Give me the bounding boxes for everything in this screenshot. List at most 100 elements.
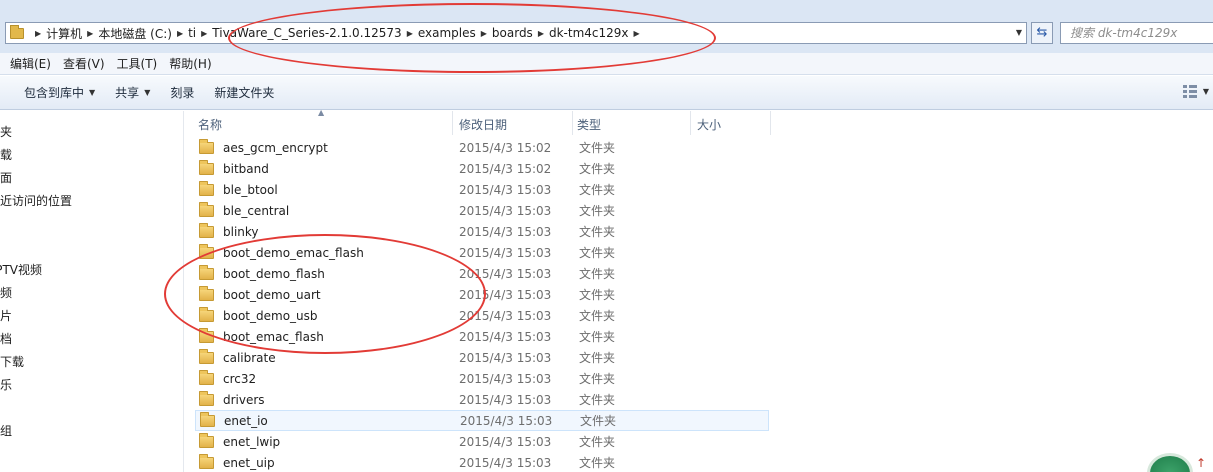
- file-name: enet_lwip: [223, 434, 281, 449]
- folder-icon: [199, 159, 214, 175]
- list-item[interactable]: calibrate 2015/4/3 15:03 文件夹: [195, 347, 769, 368]
- list-item[interactable]: enet_uip 2015/4/3 15:03 文件夹: [195, 452, 769, 472]
- menu-bar: 编辑(E) 查看(V) 工具(T) 帮助(H): [0, 53, 1213, 75]
- chevron-right-icon[interactable]: ▶: [196, 29, 212, 38]
- nav-item-recent-places[interactable]: 最近访问的位置: [0, 192, 72, 209]
- column-date[interactable]: 修改日期: [453, 111, 573, 135]
- list-item[interactable]: drivers 2015/4/3 15:03 文件夹: [195, 389, 769, 410]
- burn-label: 刻录: [170, 86, 195, 100]
- nav-item-pictures[interactable]: 图片: [0, 307, 12, 324]
- list-item[interactable]: bitband 2015/4/3 15:02 文件夹: [195, 158, 769, 179]
- file-date: 2015/4/3 15:03: [459, 266, 552, 281]
- list-item[interactable]: boot_demo_emac_flash 2015/4/3 15:03 文件夹: [195, 242, 769, 263]
- folder-icon: [199, 264, 214, 280]
- refresh-button[interactable]: ⇆: [1031, 22, 1053, 44]
- list-item[interactable]: boot_demo_usb 2015/4/3 15:03 文件夹: [195, 305, 769, 326]
- file-name: enet_uip: [223, 455, 275, 470]
- nav-item-xunlei[interactable]: 迅雷下载: [0, 353, 24, 370]
- chevron-right-icon[interactable]: ▶: [172, 29, 188, 38]
- breadcrumb-ti[interactable]: ti: [188, 26, 196, 40]
- nav-item-downloads[interactable]: 下载: [0, 146, 12, 163]
- folder-icon: [199, 306, 214, 322]
- column-size[interactable]: 大小: [691, 111, 771, 135]
- file-date: 2015/4/3 15:03: [459, 287, 552, 302]
- chevron-right-icon[interactable]: ▶: [476, 29, 492, 38]
- file-type: 文件夹: [579, 162, 616, 176]
- chevron-down-icon[interactable]: ▼: [1203, 87, 1209, 96]
- file-type: 文件夹: [579, 204, 616, 218]
- file-date: 2015/4/3 15:02: [459, 140, 552, 155]
- view-options-icon[interactable]: [1183, 85, 1199, 99]
- folder-icon: [199, 222, 214, 238]
- file-name: boot_demo_flash: [223, 266, 325, 281]
- address-dropdown-icon[interactable]: ▼: [1016, 28, 1022, 37]
- new-folder-button[interactable]: 新建文件夹: [204, 81, 284, 105]
- folder-icon: [199, 201, 214, 217]
- burn-button[interactable]: 刻录: [160, 81, 204, 105]
- chevron-right-icon[interactable]: ▶: [30, 29, 46, 38]
- list-item[interactable]: crc32 2015/4/3 15:03 文件夹: [195, 368, 769, 389]
- file-name: boot_demo_uart: [223, 287, 321, 302]
- chevron-right-icon[interactable]: ▶: [82, 29, 98, 38]
- list-item[interactable]: boot_demo_flash 2015/4/3 15:03 文件夹: [195, 263, 769, 284]
- file-type: 文件夹: [579, 372, 616, 386]
- file-type: 文件夹: [579, 435, 616, 449]
- column-type[interactable]: 类型: [573, 111, 691, 135]
- list-item[interactable]: ble_central 2015/4/3 15:03 文件夹: [195, 200, 769, 221]
- nav-item-homegroup[interactable]: 家庭组: [0, 422, 12, 439]
- file-name: boot_emac_flash: [223, 329, 324, 344]
- breadcrumb-dk-tm4c129x[interactable]: dk-tm4c129x: [549, 26, 629, 40]
- nav-item-videos[interactable]: 视频: [0, 284, 12, 301]
- breadcrumb-local-disk[interactable]: 本地磁盘 (C:): [98, 25, 172, 42]
- share-button[interactable]: 共享 ▼: [105, 81, 160, 105]
- file-date: 2015/4/3 15:03: [460, 413, 553, 428]
- nav-item-desktop[interactable]: 桌面: [0, 169, 12, 186]
- nav-item-music[interactable]: 音乐: [0, 376, 12, 393]
- file-name: bitband: [223, 161, 269, 176]
- chevron-down-icon: ▼: [144, 88, 151, 97]
- menu-help[interactable]: 帮助(H): [163, 55, 217, 72]
- breadcrumb-tivaware[interactable]: TivaWare_C_Series-2.1.0.12573: [212, 26, 401, 40]
- nav-item-favorites[interactable]: 藏夹: [0, 123, 12, 140]
- list-item[interactable]: boot_demo_uart 2015/4/3 15:03 文件夹: [195, 284, 769, 305]
- column-name[interactable]: ▲ 名称: [185, 108, 453, 135]
- nav-item-pptv[interactable]: PPTV视频: [0, 261, 42, 278]
- file-date: 2015/4/3 15:02: [459, 161, 552, 176]
- menu-view[interactable]: 查看(V): [57, 55, 111, 72]
- list-item[interactable]: enet_lwip 2015/4/3 15:03 文件夹: [195, 431, 769, 452]
- arrow-up-icon[interactable]: ↑: [1196, 456, 1206, 470]
- list-item-selected[interactable]: enet_io 2015/4/3 15:03 文件夹: [195, 410, 769, 431]
- file-name: boot_demo_emac_flash: [223, 245, 364, 260]
- breadcrumb-examples[interactable]: examples: [418, 26, 476, 40]
- share-label: 共享: [115, 86, 140, 100]
- folder-icon: [199, 180, 214, 196]
- file-date: 2015/4/3 15:03: [459, 371, 552, 386]
- file-list: ▲ 名称 修改日期 类型 大小 aes_gcm_encrypt 2015/4/3…: [185, 108, 1213, 472]
- file-name: calibrate: [223, 350, 276, 365]
- list-item[interactable]: blinky 2015/4/3 15:03 文件夹: [195, 221, 769, 242]
- search-box[interactable]: [1060, 22, 1213, 44]
- file-type: 文件夹: [579, 246, 616, 260]
- file-type: 文件夹: [579, 183, 616, 197]
- list-item[interactable]: aes_gcm_encrypt 2015/4/3 15:02 文件夹: [195, 137, 769, 158]
- search-input[interactable]: [1070, 26, 1210, 40]
- folder-icon: [199, 390, 214, 406]
- chevron-right-icon[interactable]: ▶: [629, 29, 645, 38]
- chevron-right-icon[interactable]: ▶: [402, 29, 418, 38]
- list-item[interactable]: boot_emac_flash 2015/4/3 15:03 文件夹: [195, 326, 769, 347]
- address-bar[interactable]: ▶ 计算机 ▶ 本地磁盘 (C:) ▶ ti ▶ TivaWare_C_Seri…: [5, 22, 1027, 44]
- file-name: crc32: [223, 371, 257, 386]
- list-item[interactable]: ble_btool 2015/4/3 15:03 文件夹: [195, 179, 769, 200]
- file-type: 文件夹: [579, 309, 616, 323]
- file-date: 2015/4/3 15:03: [459, 350, 552, 365]
- folder-icon: [199, 243, 214, 259]
- nav-item-documents[interactable]: 文档: [0, 330, 12, 347]
- breadcrumb-boards[interactable]: boards: [492, 26, 533, 40]
- breadcrumb-computer[interactable]: 计算机: [46, 25, 82, 42]
- folder-icon: [199, 432, 214, 448]
- chevron-right-icon[interactable]: ▶: [533, 29, 549, 38]
- menu-edit[interactable]: 编辑(E): [4, 55, 57, 72]
- menu-tools[interactable]: 工具(T): [111, 55, 164, 72]
- include-in-library-button[interactable]: 包含到库中 ▼: [14, 81, 105, 105]
- new-folder-label: 新建文件夹: [214, 86, 275, 100]
